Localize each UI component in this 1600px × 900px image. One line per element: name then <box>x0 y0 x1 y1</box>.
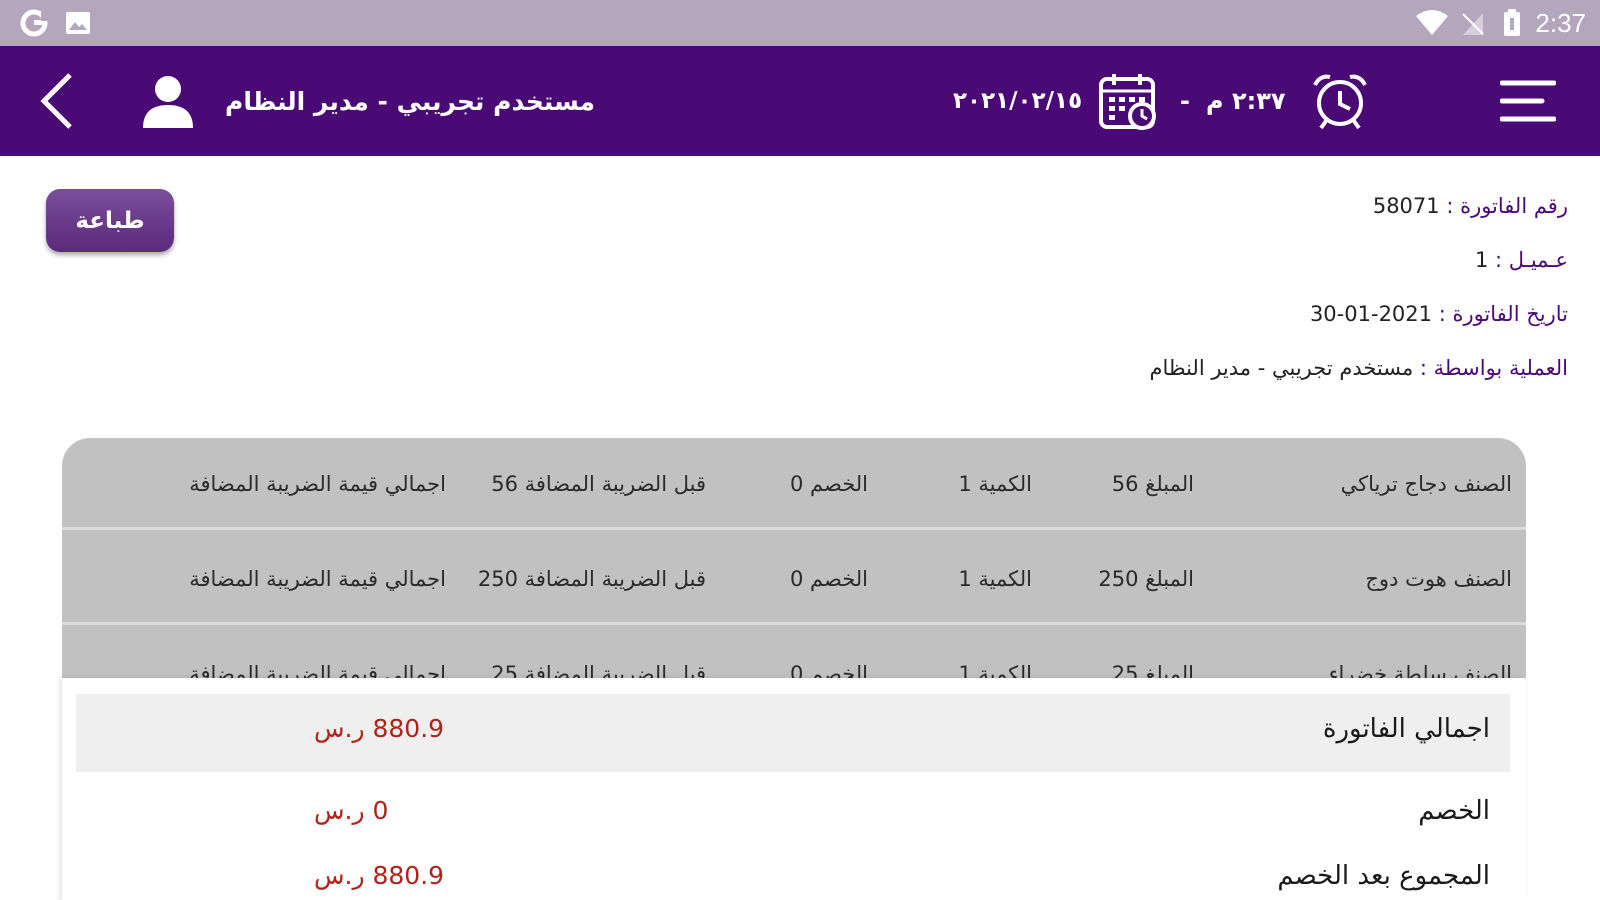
list-item[interactable]: الصنف دجاج ترياكي المبلغ 56 الكمية 1 الخ… <box>62 438 1526 530</box>
item-amount: المبلغ 250 <box>1098 567 1194 591</box>
item-total-vat: اجمالي قيمة الضريبة المضافة <box>189 662 446 678</box>
header-separator: - <box>1180 87 1190 115</box>
image-icon <box>64 0 92 46</box>
list-item[interactable]: الصنف سلطة خضراء المبلغ 25 الكمية 1 الخص… <box>62 628 1526 678</box>
calendar-icon <box>1098 46 1158 156</box>
after-discount-value: 880.9 ر.س <box>314 861 445 890</box>
item-total-vat: اجمالي قيمة الضريبة المضافة <box>189 567 446 591</box>
item-before-vat: قبل الضريبة المضافة 56 <box>491 472 706 496</box>
item-name: الصنف سلطة خضراء <box>1328 662 1512 678</box>
current-date: ٢٠٢١/٠٢/١٥ <box>953 88 1083 114</box>
item-quantity: الكمية 1 <box>958 567 1032 591</box>
user-avatar-icon <box>140 46 196 156</box>
item-discount: الخصم 0 <box>789 472 868 496</box>
alarm-clock-icon <box>1310 46 1370 156</box>
invoice-customer: عـميـل : 1 <box>1475 248 1568 272</box>
item-discount: الخصم 0 <box>789 662 868 678</box>
invoice-date-label: تاريخ الفاتورة : <box>1432 302 1568 326</box>
item-name: الصنف هوت دوج <box>1365 567 1512 591</box>
item-quantity: الكمية 1 <box>958 472 1032 496</box>
wifi-icon <box>1414 0 1450 46</box>
battery-icon <box>1500 0 1524 46</box>
invoice-date: تاريخ الفاتورة : 2021-01-30 <box>1310 302 1568 326</box>
item-amount: المبلغ 56 <box>1111 472 1194 496</box>
back-button[interactable] <box>38 46 78 156</box>
customer-label: عـميـل : <box>1488 248 1568 272</box>
current-time: ٢:٣٧ م <box>1206 87 1286 115</box>
after-discount-row: المجموع بعد الخصم 880.9 ر.س <box>76 855 1510 900</box>
invoice-total-row: اجمالي الفاتورة 880.9 ر.س <box>76 694 1510 772</box>
item-quantity: الكمية 1 <box>958 662 1032 678</box>
status-time: 2:37 <box>1535 8 1586 38</box>
item-discount: الخصم 0 <box>789 567 868 591</box>
app-bar: مستخدم تجريبي - مدير النظام ٢٠٢١/٠٢/١٥ -… <box>0 46 1600 156</box>
discount-total-label: الخصم <box>1418 796 1490 826</box>
google-icon <box>18 0 50 46</box>
invoice-items-list[interactable]: الصنف دجاج ترياكي المبلغ 56 الكمية 1 الخ… <box>62 438 1526 678</box>
invoice-number-label: رقم الفاتورة : <box>1439 194 1568 218</box>
operator-value: مستخدم تجريبي - مدير النظام <box>1149 356 1414 380</box>
status-bar: 2:37 <box>0 0 1600 46</box>
item-name: الصنف دجاج ترياكي <box>1340 472 1512 496</box>
item-total-vat: اجمالي قيمة الضريبة المضافة <box>189 472 446 496</box>
discount-total-row: الخصم 0 ر.س <box>76 790 1510 840</box>
operator-label: العملية بواسطة : <box>1413 356 1568 380</box>
print-button[interactable]: طباعة <box>46 189 174 252</box>
menu-button[interactable] <box>1500 46 1556 156</box>
invoice-number-value: 58071 <box>1372 194 1440 218</box>
item-before-vat: قبل الضريبة المضافة 250 <box>477 567 706 591</box>
hamburger-menu-icon <box>1500 80 1556 122</box>
invoice-operator: العملية بواسطة : مستخدم تجريبي - مدير ال… <box>1149 356 1568 380</box>
customer-value: 1 <box>1474 248 1489 272</box>
item-amount: المبلغ 25 <box>1111 662 1194 678</box>
list-item[interactable]: الصنف هوت دوج المبلغ 250 الكمية 1 الخصم … <box>62 533 1526 625</box>
discount-total-value: 0 ر.س <box>314 796 389 825</box>
chevron-left-icon <box>40 73 72 129</box>
current-user: مستخدم تجريبي - مدير النظام <box>225 86 596 116</box>
no-signal-icon <box>1460 0 1486 46</box>
after-discount-label: المجموع بعد الخصم <box>1277 861 1490 891</box>
invoice-date-value: 2021-01-30 <box>1309 302 1433 326</box>
item-before-vat: قبل الضريبة المضافة 25 <box>491 662 706 678</box>
invoice-number: رقم الفاتورة : 58071 <box>1373 194 1568 218</box>
invoice-total-value: 880.9 ر.س <box>314 714 445 743</box>
invoice-total-label: اجمالي الفاتورة <box>1322 714 1490 744</box>
